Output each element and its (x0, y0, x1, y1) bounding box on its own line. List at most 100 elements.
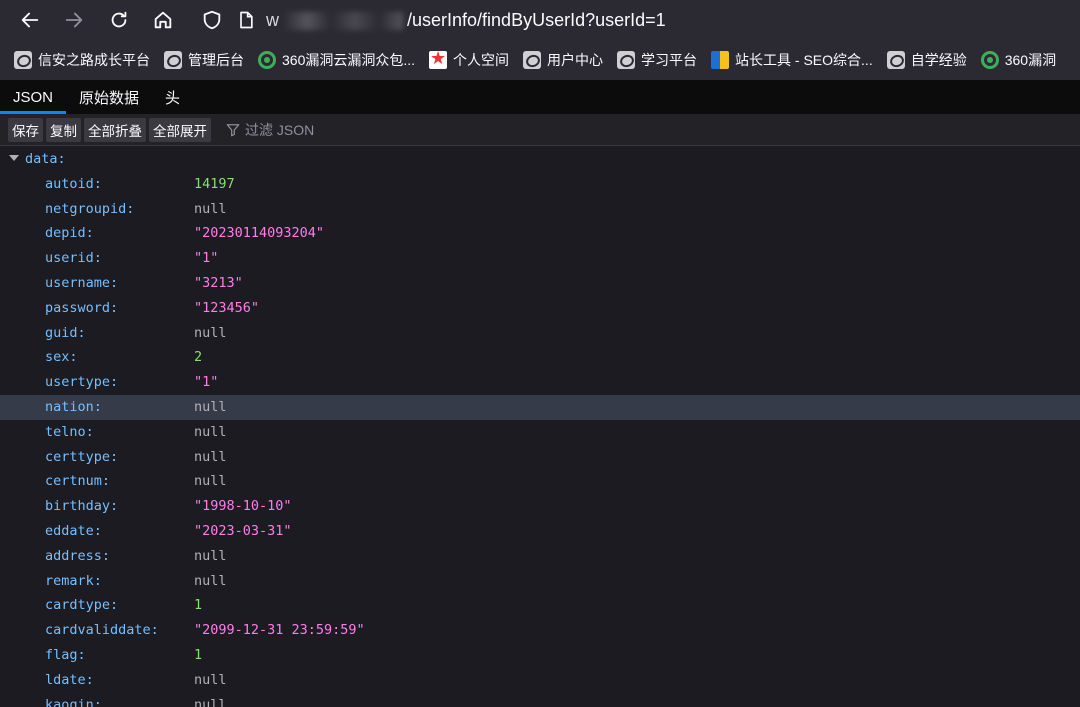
tree-row[interactable]: certtype: null (0, 445, 1080, 470)
tree-key: address: (45, 547, 111, 564)
filter-json (226, 121, 445, 138)
globe-icon (617, 51, 636, 69)
bookmark-item[interactable]: 用户中心 (523, 50, 603, 70)
tree-key: depid: (45, 225, 94, 242)
bookmark-label: 信安之路成长平台 (38, 52, 150, 68)
bookmark-item[interactable]: 360漏洞 (980, 50, 1057, 70)
tree-row[interactable]: eddate: "2023-03-31" (0, 519, 1080, 544)
tree-key: eddate: (45, 522, 102, 539)
tree-row[interactable]: certnum: null (0, 469, 1080, 494)
copy-button[interactable]: 复制 (46, 117, 81, 142)
tree-key: guid: (45, 324, 86, 341)
tree-value: null (194, 696, 227, 707)
tree-row[interactable]: usertype: "1" (0, 370, 1080, 395)
tracking-protection-button[interactable] (200, 8, 224, 32)
bookmark-item[interactable]: 站长工具 - SEO综合... (711, 50, 873, 70)
tree-row[interactable]: ldate: null (0, 668, 1080, 693)
tree-key: username: (45, 274, 119, 291)
tree-value: 2 (194, 349, 203, 366)
tree-key: password: (45, 299, 119, 316)
bookmark-label: 个人空间 (453, 52, 510, 68)
shield-icon (203, 10, 221, 30)
tree-row[interactable]: birthday: "1998-10-10" (0, 494, 1080, 519)
tree-value: null (194, 423, 227, 440)
tree-row[interactable]: kaoqin: null (0, 693, 1080, 707)
tree-row[interactable]: guid: null (0, 321, 1080, 346)
star-icon (429, 48, 448, 69)
expand-triangle-icon[interactable] (9, 155, 19, 161)
tree-row[interactable]: netgroupid: null (0, 197, 1080, 222)
forward-arrow-icon (65, 12, 83, 28)
tree-value: "2099-12-31 23:59:59" (194, 622, 365, 639)
tree-value: "2023-03-31" (194, 522, 292, 539)
home-icon (154, 11, 172, 29)
tree-value: "1" (194, 374, 219, 391)
bookmark-item[interactable]: 信安之路成长平台 (14, 50, 150, 70)
tree-value: "1998-10-10" (194, 498, 292, 515)
tree-key: birthday: (45, 498, 119, 515)
filter-icon (226, 123, 240, 136)
globe-icon (886, 51, 905, 69)
tree-root-row[interactable]: data: (0, 147, 1080, 172)
bookmark-item[interactable]: 管理后台 (164, 50, 244, 70)
tree-key: userid: (45, 250, 102, 267)
back-button[interactable] (18, 8, 42, 32)
tree-key: autoid: (45, 175, 102, 192)
tree-row[interactable]: telno: null (0, 420, 1080, 445)
tree-row[interactable]: userid: "1" (0, 246, 1080, 271)
collapse-all-button[interactable]: 全部折叠 (84, 117, 146, 142)
bookmark-label: 站长工具 - SEO综合... (735, 52, 873, 68)
360-icon (258, 51, 276, 69)
reload-button[interactable] (107, 8, 131, 32)
tree-value: null (194, 671, 227, 688)
url-host: w (266, 9, 279, 30)
navigation-bar: w/userInfo/findByUserId?userId=1 (0, 0, 1080, 40)
tree-row[interactable]: depid: "20230114093204" (0, 221, 1080, 246)
url-text: w/userInfo/findByUserId?userId=1 (266, 10, 666, 31)
globe-icon (523, 51, 542, 69)
360-icon (980, 51, 999, 69)
bookmark-item[interactable]: 360漏洞云漏洞众包... (258, 50, 415, 70)
tree-key: remark: (45, 572, 102, 589)
tree-key: usertype: (45, 374, 119, 391)
tree-row[interactable]: username: "3213" (0, 271, 1080, 296)
tree-value: null (194, 324, 227, 341)
url-path: /userInfo/findByUserId?userId=1 (407, 9, 666, 30)
tree-key: certtype: (45, 448, 119, 465)
bookmark-item[interactable]: 个人空间 (429, 48, 510, 70)
bookmark-label: 管理后台 (188, 52, 244, 68)
tree-row[interactable]: autoid: 14197 (0, 172, 1080, 197)
expand-all-button[interactable]: 全部展开 (149, 117, 211, 142)
tree-value: null (194, 398, 227, 415)
tab-raw-data[interactable]: 原始数据 (66, 80, 152, 114)
tree-key: cardvaliddate: (45, 622, 159, 639)
reload-icon (111, 11, 127, 28)
tab-headers[interactable]: 头 (152, 80, 193, 114)
tree-value: "1" (194, 250, 219, 267)
forward-button[interactable] (62, 8, 86, 32)
bookmark-label: 360漏洞 (1004, 52, 1057, 68)
bookmark-label: 自学经验 (910, 52, 967, 68)
tree-row[interactable]: flag: 1 (0, 643, 1080, 668)
back-arrow-icon (21, 12, 39, 28)
tab-json[interactable]: JSON (0, 80, 67, 114)
bookmark-item[interactable]: 自学经验 (886, 50, 967, 70)
tree-row[interactable]: sex: 2 (0, 345, 1080, 370)
save-button[interactable]: 保存 (8, 117, 43, 142)
tree-key: telno: (45, 423, 94, 440)
url-bar[interactable]: w/userInfo/findByUserId?userId=1 (236, 4, 1080, 36)
tree-value: null (194, 473, 227, 490)
bookmark-label: 学习平台 (641, 52, 698, 68)
tree-row[interactable]: cardvaliddate: "2099-12-31 23:59:59" (0, 618, 1080, 643)
tree-row[interactable]: address: null (0, 544, 1080, 569)
tree-value: null (194, 448, 227, 465)
filter-json-input[interactable] (245, 121, 445, 138)
tree-row[interactable]: cardtype: 1 (0, 593, 1080, 618)
tree-row[interactable]: password: "123456" (0, 296, 1080, 321)
tree-row[interactable]: nation: null (0, 394, 1080, 420)
bookmark-label: 用户中心 (547, 52, 604, 68)
home-button[interactable] (151, 8, 175, 32)
bookmark-item[interactable]: 学习平台 (617, 50, 697, 70)
tree-value: 1 (194, 646, 203, 663)
tree-row[interactable]: remark: null (0, 569, 1080, 594)
